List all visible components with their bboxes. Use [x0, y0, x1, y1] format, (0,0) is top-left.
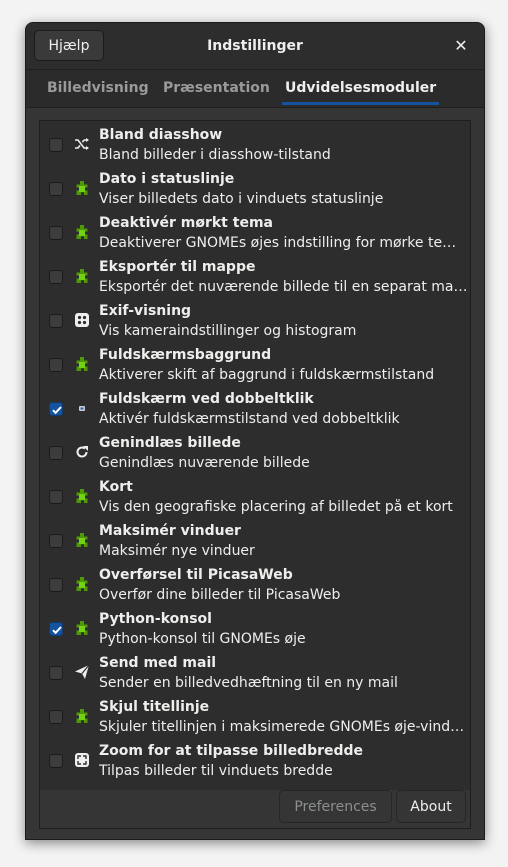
checkbox[interactable]	[49, 182, 63, 196]
checkbox[interactable]	[49, 534, 63, 548]
preferences-button[interactable]: Preferences	[279, 790, 392, 823]
preferences-dialog: Hjælp Indstillinger ✕ Billedvisning Præs…	[25, 22, 485, 840]
plugin-description: Bland billeder i diasshow-tilstand	[99, 147, 331, 163]
plugin-icon	[74, 620, 90, 636]
about-button[interactable]: About	[396, 790, 466, 823]
dialog-footer: Preferences About	[39, 790, 471, 829]
checkbox[interactable]	[49, 490, 63, 504]
plugin-title: Fuldskærm ved dobbeltklik	[99, 391, 314, 407]
plugin-title: Deaktivér mørkt tema	[99, 215, 273, 231]
plugin-title: Genindlæs billede	[99, 435, 241, 451]
plugin-row[interactable]: Fuldskærmsbaggrund Aktiverer skift af bag…	[40, 343, 470, 387]
plugin-description: Sender en billedvedhæftning til en ny ma…	[99, 675, 398, 691]
checkbox[interactable]	[49, 138, 63, 152]
plugin-title: Python-konsol	[99, 611, 212, 627]
checkbox-checked[interactable]	[49, 622, 63, 636]
plugin-description: Python-konsol til GNOMEs øje	[99, 631, 306, 647]
checkbox[interactable]	[49, 314, 63, 328]
plugin-row[interactable]: Kort Vis den geografiske placering af bil…	[40, 475, 470, 519]
plugin-title: Fuldskærmsbaggrund	[99, 347, 272, 363]
checkbox[interactable]	[49, 358, 63, 372]
plugin-description: Viser billedets dato i vinduets statusli…	[99, 191, 384, 207]
plugin-description: Genindlæs nuværende billede	[99, 455, 310, 471]
plugin-title: Kort	[99, 479, 133, 495]
plugin-row[interactable]: Deaktivér mørkt tema Deaktiverer GNOMEs ø…	[40, 211, 470, 255]
plugin-description: Overfør dine billeder til PicasaWeb	[99, 587, 341, 603]
tab-billedvisning[interactable]: Billedvisning	[47, 70, 149, 107]
plugin-description: Aktivér fuldskærmstilstand ved dobbeltkl…	[99, 411, 400, 427]
plugin-title: Exif-visning	[99, 303, 192, 319]
plugin-description: Tilpas billeder til vinduets bredde	[99, 763, 333, 779]
plugin-list: Bland diasshow Bland billeder i diasshow-…	[39, 120, 471, 792]
check-icon	[52, 626, 62, 635]
plugin-title: Zoom for at tilpasse billedbredde	[99, 743, 364, 759]
plugin-row[interactable]: Send med mail Sender en billedvedhæftning…	[40, 651, 470, 695]
plugin-title: Skjul titellinje	[99, 699, 210, 715]
camera-settings-icon	[74, 312, 90, 328]
plugin-title: Eksportér til mappe	[99, 259, 256, 275]
tab-bar: Billedvisning Præsentation Udvidelsesmod…	[26, 70, 484, 108]
plugin-row[interactable]: Overførsel til PicasaWeb Overfør dine bil…	[40, 563, 470, 607]
plugin-row[interactable]: Fuldskærm ved dobbeltklik Aktivér fuldskæ…	[40, 387, 470, 431]
plugin-title: Dato i statuslinje	[99, 171, 235, 187]
checkbox[interactable]	[49, 578, 63, 592]
zoom-fit-icon	[74, 752, 90, 768]
plugin-title: Send med mail	[99, 655, 217, 671]
close-icon[interactable]: ✕	[450, 35, 472, 57]
plugin-description: Vis kameraindstillinger og histogram	[99, 323, 357, 339]
plugin-icon	[74, 532, 90, 548]
plugin-description: Aktiverer skift af baggrund i fuldskærms…	[99, 367, 435, 383]
plugin-icon	[74, 268, 90, 284]
plugin-title: Overførsel til PicasaWeb	[99, 567, 293, 583]
plugin-icon	[74, 224, 90, 240]
checkbox[interactable]	[49, 226, 63, 240]
checkbox[interactable]	[49, 754, 63, 768]
plugin-description: Skjuler titellinjen i maksimerede GNOMEs…	[99, 719, 469, 735]
plugin-row[interactable]: Skjul titellinje Skjuler titellinjen i ma…	[40, 695, 470, 739]
check-icon	[52, 406, 62, 415]
checkbox[interactable]	[49, 270, 63, 284]
plugin-row[interactable]: Bland diasshow Bland billeder i diasshow-…	[40, 123, 470, 167]
checkbox[interactable]	[49, 666, 63, 680]
checkbox[interactable]	[49, 710, 63, 724]
dialog-title: Indstillinger	[207, 38, 303, 54]
send-icon	[74, 664, 90, 680]
plugin-icon	[74, 708, 90, 724]
plugin-description: Vis den geografiske placering af billede…	[99, 499, 453, 515]
plugin-title: Maksimér vinduer	[99, 523, 241, 539]
plugin-row[interactable]: Maksimér vinduer Maksimér nye vinduer	[40, 519, 470, 563]
plugin-description: Deaktiverer GNOMEs øjes indstilling for …	[99, 235, 469, 251]
plugin-description: Eksportér det nuværende billede til en s…	[99, 279, 469, 295]
plugin-row[interactable]: Exif-visning Vis kameraindstillinger og h…	[40, 299, 470, 343]
plugin-icon	[74, 576, 90, 592]
plugin-row[interactable]: Eksportér til mappe Eksportér det nuværen…	[40, 255, 470, 299]
shuffle-icon	[74, 136, 90, 152]
mouse-pointer-icon	[74, 400, 90, 416]
plugin-row[interactable]: Genindlæs billede Genindlæs nuværende bil…	[40, 431, 470, 475]
plugin-title: Bland diasshow	[99, 127, 223, 143]
plugin-row[interactable]: Python-konsol Python-konsol til GNOMEs øj…	[40, 607, 470, 651]
tab-praesentation[interactable]: Præsentation	[163, 70, 270, 107]
reload-icon	[74, 444, 90, 460]
tab-udvidelsesmoduler[interactable]: Udvidelsesmoduler	[281, 70, 440, 107]
plugin-description: Maksimér nye vinduer	[99, 543, 255, 559]
plugin-row[interactable]: Zoom for at tilpasse billedbredde Tilpas …	[40, 739, 470, 783]
checkbox-checked[interactable]	[49, 402, 63, 416]
checkbox[interactable]	[49, 446, 63, 460]
plugin-icon	[74, 180, 90, 196]
plugin-row[interactable]: Dato i statuslinje Viser billedets dato i…	[40, 167, 470, 211]
plugin-icon	[74, 488, 90, 504]
header-bar: Hjælp Indstillinger ✕	[26, 23, 484, 70]
plugin-icon	[74, 356, 90, 372]
